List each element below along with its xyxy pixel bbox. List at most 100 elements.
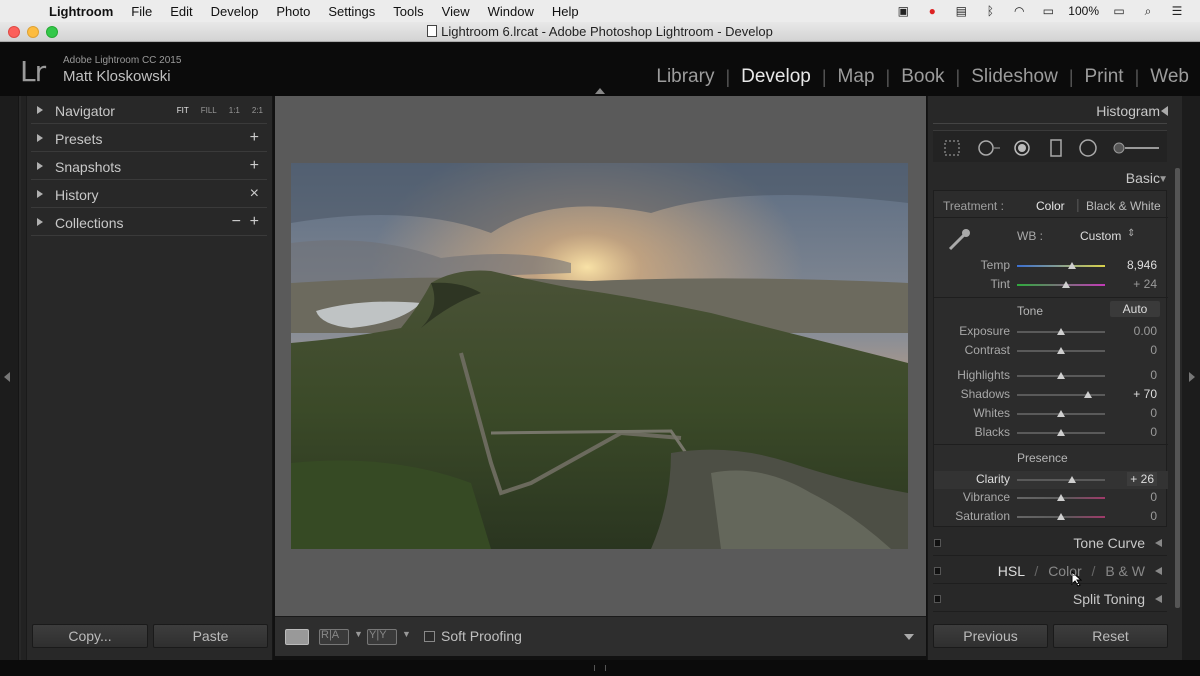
whites-value[interactable]: 0 xyxy=(1150,406,1157,420)
treatment-black-white[interactable]: Black & White xyxy=(1086,199,1161,213)
highlights-track[interactable] xyxy=(1017,372,1105,379)
menu-view[interactable]: View xyxy=(433,4,479,19)
exposure-value[interactable]: 0.00 xyxy=(1134,324,1157,338)
tab-bw[interactable]: B & W xyxy=(1105,563,1145,579)
spot-removal-icon[interactable] xyxy=(977,139,1001,157)
menu-help[interactable]: Help xyxy=(543,4,588,19)
photo-preview[interactable] xyxy=(291,163,908,549)
clarity-value[interactable]: + 26 xyxy=(1127,472,1157,486)
vibrance-value[interactable]: 0 xyxy=(1150,490,1157,504)
basic-panel-label[interactable]: Basic xyxy=(1126,170,1160,186)
contrast-thumb[interactable] xyxy=(1057,347,1065,354)
wb-dropdown-arrows-icon[interactable]: ⇕ xyxy=(1127,228,1135,239)
highlights-thumb[interactable] xyxy=(1057,372,1065,379)
contrast-value[interactable]: 0 xyxy=(1150,343,1157,357)
menu-photo[interactable]: Photo xyxy=(267,4,319,19)
navigator-panel-header[interactable]: Navigator FIT FILL 1:1 2:1 xyxy=(31,98,267,124)
highlights-value[interactable]: 0 xyxy=(1150,368,1157,382)
toolbar-content-menu-icon[interactable] xyxy=(904,634,914,640)
shadows-track[interactable] xyxy=(1017,391,1105,398)
bluetooth-icon[interactable]: ᛒ xyxy=(981,4,999,18)
shadows-thumb[interactable] xyxy=(1084,391,1093,398)
exposure-track[interactable] xyxy=(1017,328,1105,335)
vibrance-thumb[interactable] xyxy=(1057,494,1065,501)
menu-lightroom[interactable]: Lightroom xyxy=(40,4,122,19)
zoom-fill[interactable]: FILL xyxy=(201,106,217,115)
screen-record-icon[interactable]: ▣ xyxy=(894,4,912,18)
loupe-view-button[interactable] xyxy=(285,629,309,645)
swap-menu-icon[interactable]: ▼ xyxy=(402,629,411,639)
module-develop[interactable]: Develop xyxy=(730,66,822,88)
snapshots-panel-header[interactable]: Snapshots + xyxy=(31,154,267,180)
red-eye-icon[interactable] xyxy=(1013,139,1031,157)
menu-settings[interactable]: Settings xyxy=(319,4,384,19)
exposure-thumb[interactable] xyxy=(1057,328,1065,335)
blacks-value[interactable]: 0 xyxy=(1150,425,1157,439)
module-web[interactable]: Web xyxy=(1139,66,1200,88)
graduated-filter-icon[interactable] xyxy=(1047,139,1065,157)
resize-grip-icon[interactable] xyxy=(594,665,606,671)
saturation-value[interactable]: 0 xyxy=(1150,509,1157,523)
tab-color[interactable]: Color xyxy=(1048,563,1081,579)
wifi-icon[interactable]: ◠ xyxy=(1010,4,1028,18)
add-preset-icon[interactable]: + xyxy=(250,129,259,147)
soft-proofing-checkbox[interactable] xyxy=(424,631,435,642)
auto-tone-button[interactable]: Auto xyxy=(1110,301,1160,317)
tab-hsl[interactable]: HSL xyxy=(998,563,1025,579)
white-balance-eyedropper-icon[interactable] xyxy=(944,225,974,255)
previous-button[interactable]: Previous xyxy=(933,624,1048,648)
remove-collection-icon[interactable]: − xyxy=(232,213,241,231)
tone-curve-switch[interactable] xyxy=(934,539,941,547)
basic-collapse-icon[interactable]: ▼ xyxy=(1158,174,1168,185)
minimize-window-button[interactable] xyxy=(27,26,39,38)
module-library[interactable]: Library xyxy=(645,66,725,88)
spotlight-search-icon[interactable]: ⌕ xyxy=(1139,4,1157,18)
reset-button[interactable]: Reset xyxy=(1053,624,1168,648)
blacks-track[interactable] xyxy=(1017,429,1105,436)
menu-develop[interactable]: Develop xyxy=(202,4,268,19)
add-collection-icon[interactable]: + xyxy=(250,213,259,231)
right-panel-scrollbar[interactable] xyxy=(1175,168,1180,608)
zoom-1-1[interactable]: 1:1 xyxy=(229,106,240,115)
history-panel-header[interactable]: History × xyxy=(31,182,267,208)
whites-thumb[interactable] xyxy=(1057,410,1065,417)
split-toning-panel-header[interactable]: Split Toning xyxy=(933,586,1167,612)
radial-filter-icon[interactable] xyxy=(1079,139,1097,157)
blacks-thumb[interactable] xyxy=(1057,429,1065,436)
clarity-track[interactable] xyxy=(1017,476,1105,483)
whites-track[interactable] xyxy=(1017,410,1105,417)
add-snapshot-icon[interactable]: + xyxy=(250,157,259,175)
adjustment-brush-icon[interactable] xyxy=(1113,139,1161,157)
saturation-track[interactable] xyxy=(1017,513,1105,520)
right-panel-toggle[interactable] xyxy=(1182,96,1200,660)
tint-track[interactable] xyxy=(1017,281,1105,288)
temp-thumb[interactable] xyxy=(1067,262,1076,269)
module-book[interactable]: Book xyxy=(890,66,955,88)
contrast-track[interactable] xyxy=(1017,347,1105,354)
zoom-fit[interactable]: FIT xyxy=(177,106,189,115)
notification-center-icon[interactable]: ☰ xyxy=(1168,4,1186,18)
hsl-switch[interactable] xyxy=(934,567,941,575)
tone-curve-panel-header[interactable]: Tone Curve xyxy=(933,530,1167,556)
tint-thumb[interactable] xyxy=(1062,281,1071,288)
menu-edit[interactable]: Edit xyxy=(161,4,201,19)
menu-window[interactable]: Window xyxy=(479,4,543,19)
clear-history-icon[interactable]: × xyxy=(250,185,259,203)
histogram-collapse-icon[interactable] xyxy=(1161,106,1168,116)
left-panel-scrollbar[interactable] xyxy=(21,96,27,660)
menu-tools[interactable]: Tools xyxy=(384,4,432,19)
tint-value[interactable]: + 24 xyxy=(1133,277,1157,291)
temp-value[interactable]: 8,946 xyxy=(1127,258,1157,272)
module-map[interactable]: Map xyxy=(827,66,886,88)
vibrance-track[interactable] xyxy=(1017,494,1105,501)
paste-settings-button[interactable]: Paste xyxy=(153,624,268,648)
shadows-value[interactable]: + 70 xyxy=(1133,387,1157,401)
saturation-thumb[interactable] xyxy=(1057,513,1065,520)
left-panel-toggle[interactable] xyxy=(0,96,18,660)
split-toning-switch[interactable] xyxy=(934,595,941,603)
presets-panel-header[interactable]: Presets + xyxy=(31,126,267,152)
zoom-2-1[interactable]: 2:1 xyxy=(252,106,263,115)
module-slideshow[interactable]: Slideshow xyxy=(960,66,1069,88)
clarity-thumb[interactable] xyxy=(1068,476,1077,483)
crop-overlay-icon[interactable] xyxy=(943,139,961,157)
